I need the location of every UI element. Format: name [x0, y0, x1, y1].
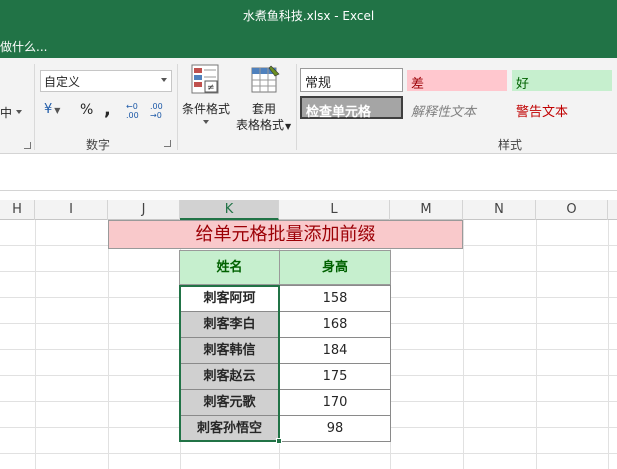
- comma-style-button[interactable]: ,: [104, 99, 111, 120]
- column-header-k[interactable]: K: [180, 200, 279, 220]
- style-bad[interactable]: 差: [407, 70, 507, 92]
- column-header-h[interactable]: H: [0, 200, 35, 220]
- grid-line: [35, 220, 36, 469]
- selection-border: [179, 285, 280, 442]
- svg-text:≠: ≠: [207, 83, 215, 93]
- height-cell[interactable]: 168: [279, 311, 391, 338]
- alignment-launcher-icon[interactable]: [24, 142, 31, 149]
- header-cell-height[interactable]: 身高: [279, 250, 391, 285]
- style-explanatory[interactable]: 解释性文本: [407, 98, 507, 120]
- chevron-down-icon: [161, 78, 167, 82]
- grid-line: [536, 220, 537, 469]
- grid-line: [463, 220, 464, 469]
- height-cell[interactable]: 184: [279, 337, 391, 364]
- style-warning[interactable]: 警告文本: [512, 98, 612, 120]
- group-separator: [177, 64, 178, 150]
- column-header-i[interactable]: I: [35, 200, 108, 220]
- chevron-down-icon: [203, 120, 209, 124]
- height-cell[interactable]: 175: [279, 363, 391, 390]
- conditional-format-button[interactable]: ≠ 条件格式: [180, 64, 232, 128]
- column-header-m[interactable]: M: [390, 200, 463, 220]
- style-check-cell[interactable]: 检查单元格: [300, 96, 403, 120]
- percent-button[interactable]: %: [80, 102, 93, 118]
- grid-line: [608, 220, 609, 469]
- column-header-j[interactable]: J: [108, 200, 180, 220]
- number-launcher-icon[interactable]: [164, 140, 171, 147]
- window-title: 水煮鱼科技.xlsx - Excel: [242, 9, 375, 23]
- style-good[interactable]: 好: [512, 70, 612, 92]
- banner-cell[interactable]: 给单元格批量添加前缀: [108, 220, 463, 249]
- sheet-spacer: [0, 191, 617, 200]
- conditional-format-icon: ≠: [191, 64, 219, 94]
- column-header-n[interactable]: N: [463, 200, 536, 220]
- table-format-icon: [251, 65, 280, 93]
- grid-line: [108, 220, 109, 469]
- ribbon: 中 自定义 ¥ ▼ % , ←0 .00 .00 →0 数字 ≠ 条件格式 套用…: [0, 58, 617, 154]
- center-align-button[interactable]: 中: [0, 104, 12, 121]
- table-format-label-1: 套用: [251, 102, 276, 116]
- column-header-l[interactable]: L: [279, 200, 390, 220]
- title-bar: 水煮鱼科技.xlsx - Excel: [0, 0, 617, 32]
- number-group-label: 数字: [86, 138, 111, 152]
- group-separator: [296, 64, 297, 150]
- format-as-table-button[interactable]: 套用 表格格式▼: [234, 64, 294, 132]
- table-format-label-2: 表格格式▼: [236, 118, 292, 132]
- style-normal[interactable]: 常规: [300, 68, 403, 92]
- column-header-o[interactable]: O: [536, 200, 608, 220]
- fill-handle[interactable]: [276, 438, 282, 444]
- number-format-value: 自定义: [44, 75, 81, 89]
- header-cell-name[interactable]: 姓名: [179, 250, 280, 285]
- height-cell[interactable]: 98: [279, 415, 391, 442]
- tell-me-input[interactable]: 做什么...: [0, 38, 47, 55]
- chevron-down-icon[interactable]: [16, 110, 22, 114]
- height-cell[interactable]: 158: [279, 285, 391, 312]
- decrease-decimal-button[interactable]: .00 →0: [150, 102, 174, 120]
- conditional-format-label: 条件格式: [181, 102, 230, 116]
- tell-me-bar: 做什么...: [0, 32, 617, 58]
- group-separator: [34, 64, 35, 150]
- currency-button[interactable]: ¥ ▼: [44, 102, 60, 117]
- increase-decimal-button[interactable]: ←0 .00: [126, 102, 148, 120]
- styles-group-label: 样式: [498, 138, 523, 152]
- number-format-dropdown[interactable]: 自定义: [40, 70, 172, 92]
- height-cell[interactable]: 170: [279, 389, 391, 416]
- column-headers: H I J K L M N O: [0, 200, 617, 220]
- currency-icon: ¥: [44, 102, 53, 117]
- formula-bar[interactable]: [0, 167, 617, 191]
- ribbon-gap: [0, 155, 617, 167]
